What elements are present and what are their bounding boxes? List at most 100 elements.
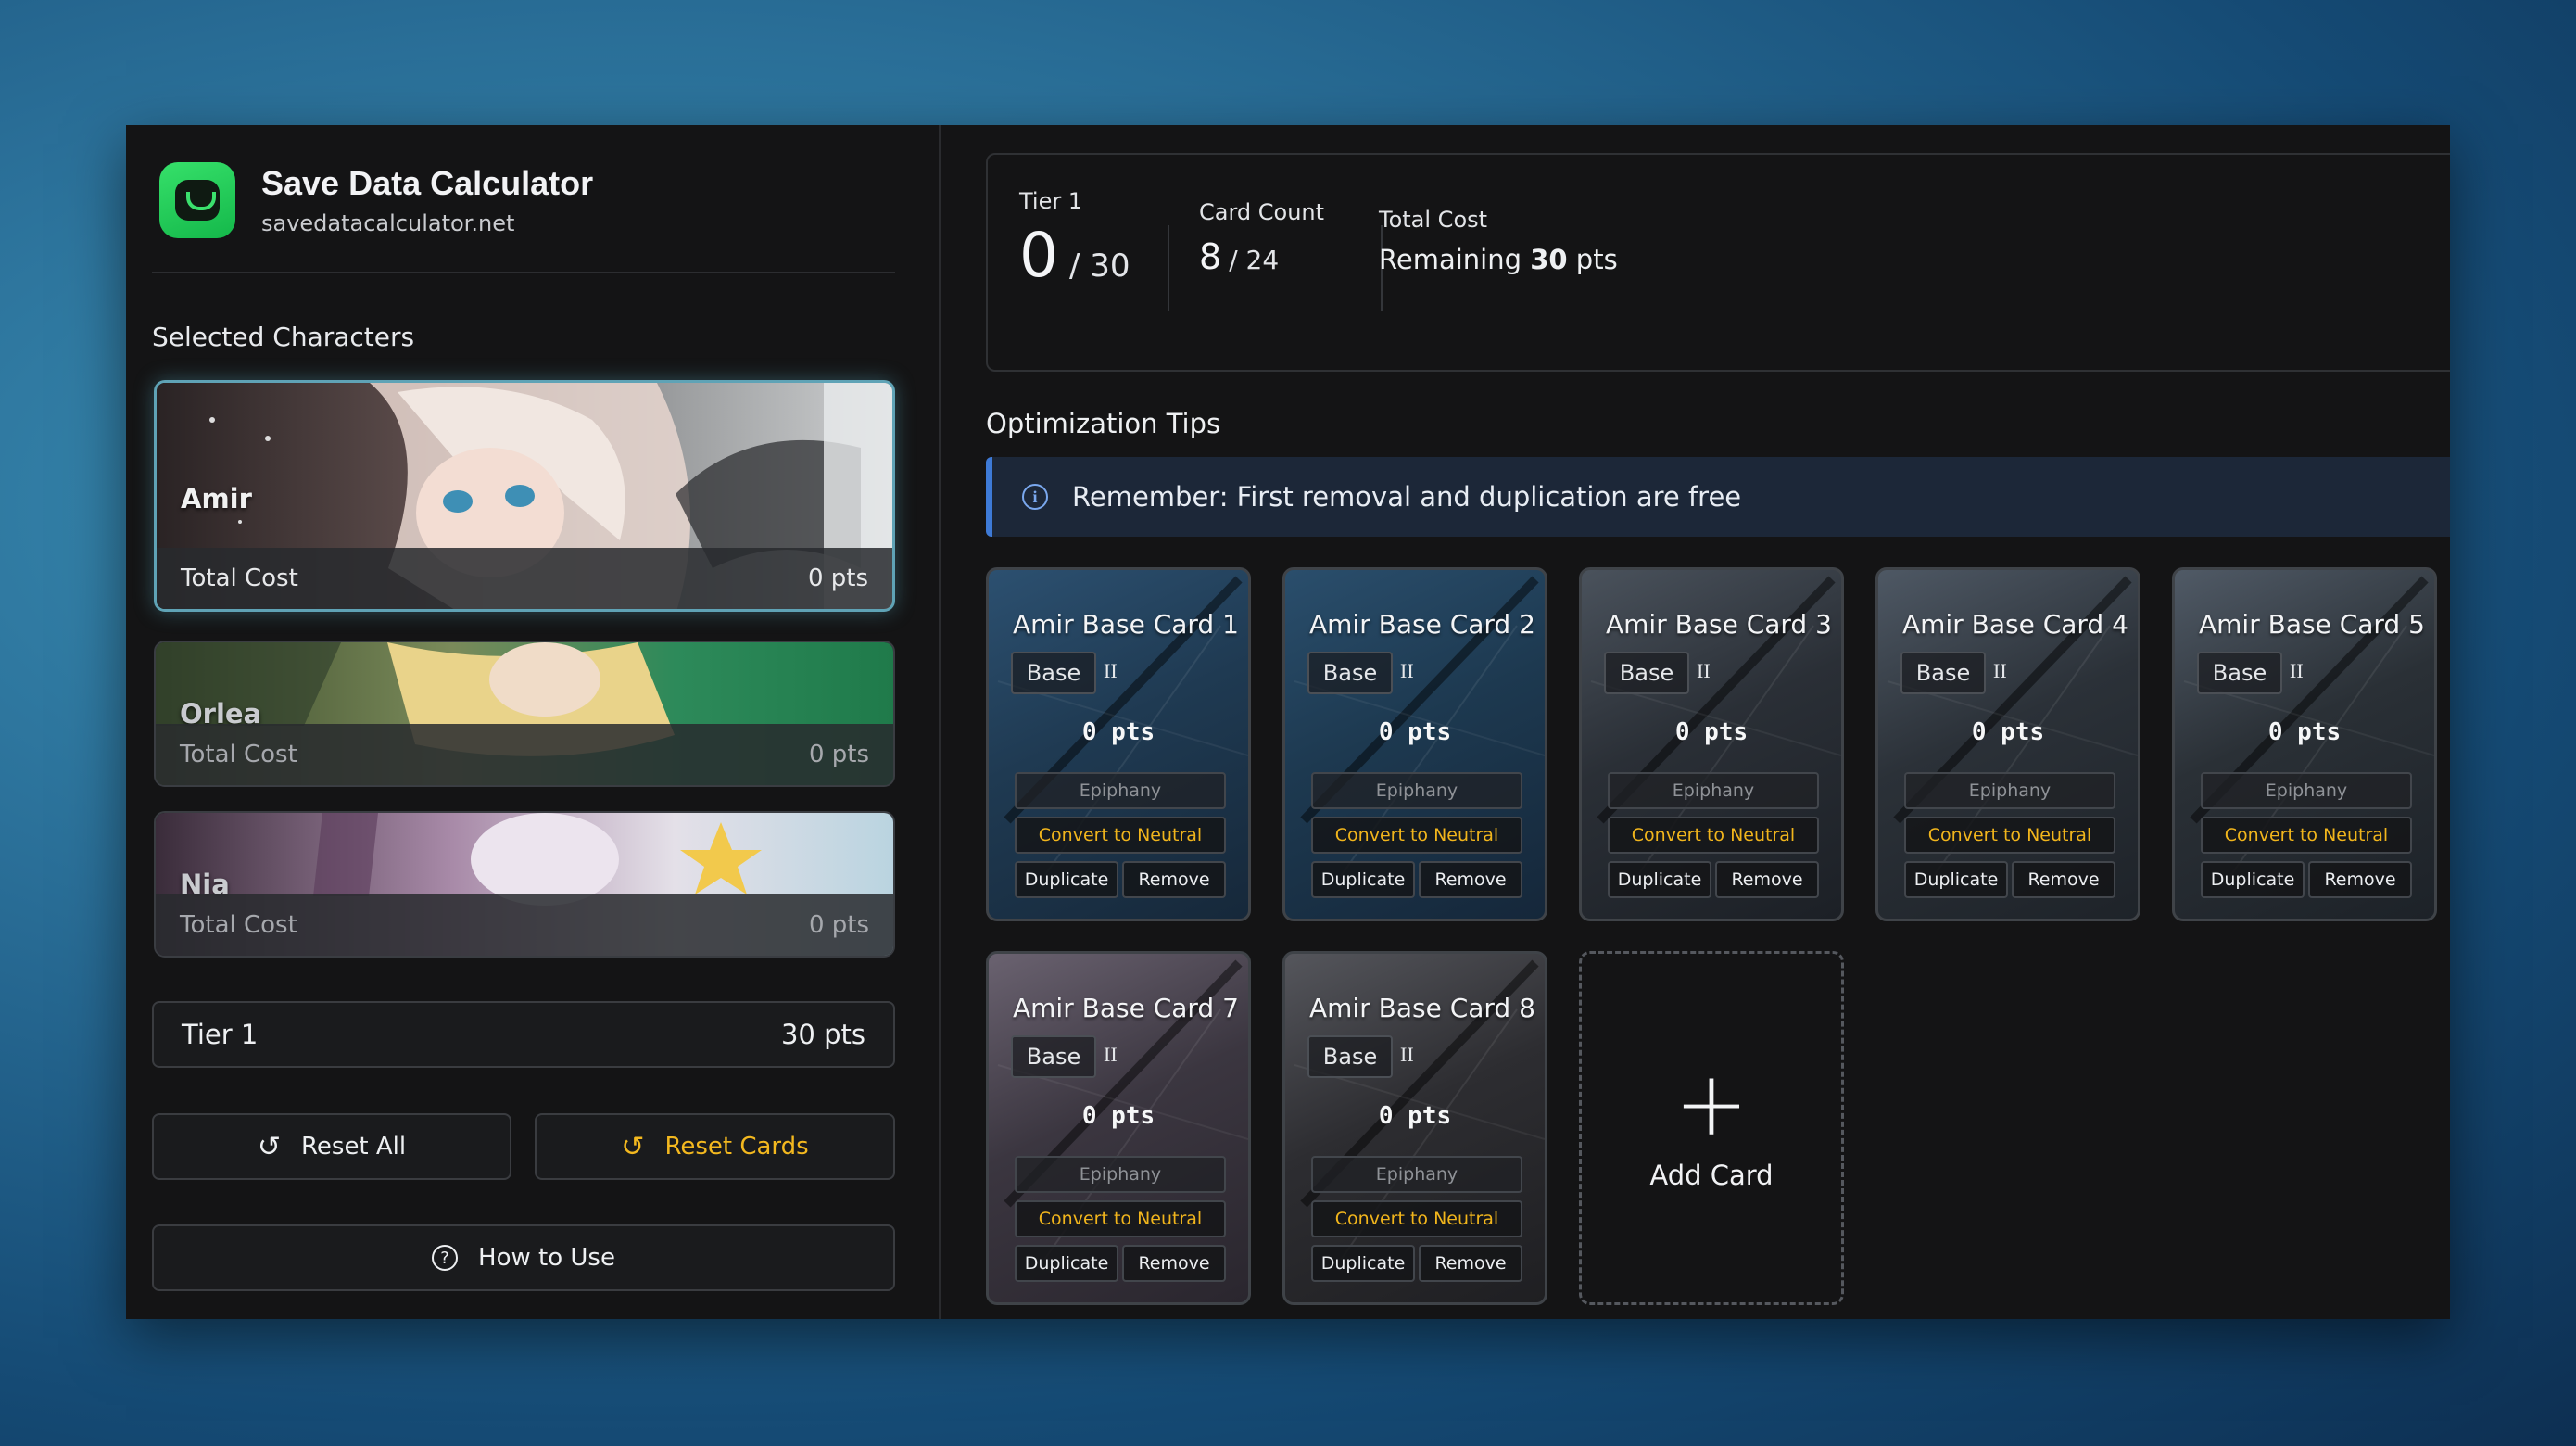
convert-to-neutral-button[interactable]: Convert to Neutral: [1015, 1200, 1226, 1237]
tier-points: 30 pts: [780, 1019, 865, 1050]
card-points: 0 pts: [1674, 718, 1749, 746]
card-title: Amir Base Card 4: [1902, 609, 2128, 640]
sidebar: Save Data Calculator savedatacalculator.…: [126, 125, 941, 1319]
character-card-amir[interactable]: Amir Total Cost 0 pts: [154, 380, 895, 612]
skill-card[interactable]: Amir Base Card 7 Base II 0 pts Epiphany …: [986, 951, 1251, 1305]
tier-label: Tier 1: [182, 1019, 259, 1050]
reset-cards-button[interactable]: ↺ Reset Cards: [535, 1113, 895, 1180]
reset-cards-label: Reset Cards: [664, 1133, 809, 1161]
character-cost-value: 0 pts: [808, 911, 869, 939]
add-card-label: Add Card: [1649, 1160, 1774, 1191]
card-type-tag: Base: [1307, 1035, 1393, 1078]
app-logo-icon: [159, 162, 235, 238]
duplicate-button[interactable]: Duplicate: [1015, 861, 1118, 898]
add-card-button[interactable]: + Add Card: [1579, 951, 1844, 1305]
optimization-tips-heading: Optimization Tips: [986, 408, 1221, 439]
card-rank: II: [1104, 659, 1118, 682]
convert-to-neutral-button[interactable]: Convert to Neutral: [1311, 817, 1522, 854]
character-card-nia[interactable]: Nia Total Cost 0 pts: [154, 811, 895, 958]
remove-button[interactable]: Remove: [2308, 861, 2412, 898]
epiphany-button[interactable]: Epiphany: [1311, 1156, 1522, 1193]
tier-stat-value: 0: [1019, 220, 1058, 291]
character-card-orlea[interactable]: Orlea Total Cost 0 pts: [154, 641, 895, 787]
skill-card[interactable]: Amir Base Card 2 Base II 0 pts Epiphany …: [1282, 567, 1547, 921]
selected-characters-heading: Selected Characters: [152, 322, 415, 352]
remaining-prefix: Remaining: [1379, 244, 1522, 275]
card-points: 0 pts: [1081, 1102, 1155, 1130]
how-to-use-button[interactable]: ? How to Use: [152, 1224, 895, 1291]
total-cost-label: Total Cost: [1379, 207, 1488, 233]
character-cost-row: Total Cost 0 pts: [157, 548, 892, 609]
card-rank: II: [1400, 659, 1414, 682]
skill-card[interactable]: Amir Base Card 1 Base II 0 pts Epiphany …: [986, 567, 1251, 921]
skill-card[interactable]: Amir Base Card 8 Base II 0 pts Epiphany …: [1282, 951, 1547, 1305]
duplicate-button[interactable]: Duplicate: [2201, 861, 2305, 898]
tier-selector[interactable]: Tier 1 30 pts: [152, 1001, 895, 1068]
card-type-tag: Base: [2197, 652, 2282, 694]
card-rank: II: [1104, 1043, 1118, 1066]
skill-card[interactable]: Amir Base Card 3 Base II 0 pts Epiphany …: [1579, 567, 1844, 921]
epiphany-button[interactable]: Epiphany: [1904, 772, 2115, 809]
tip-message: Remember: First removal and duplication …: [1072, 481, 1742, 513]
character-cost-row: Total Cost 0 pts: [156, 894, 893, 956]
remove-button[interactable]: Remove: [2012, 861, 2115, 898]
brand[interactable]: Save Data Calculator savedatacalculator.…: [159, 162, 593, 238]
remove-button[interactable]: Remove: [1715, 861, 1819, 898]
convert-to-neutral-button[interactable]: Convert to Neutral: [1608, 817, 1819, 854]
brand-url: savedatacalculator.net: [261, 210, 515, 236]
card-type-tag: Base: [1011, 1035, 1096, 1078]
card-rank: II: [2290, 659, 2304, 682]
convert-to-neutral-button[interactable]: Convert to Neutral: [2201, 817, 2412, 854]
character-cost-value: 0 pts: [807, 564, 868, 592]
card-title: Amir Base Card 3: [1606, 609, 1832, 640]
card-points: 0 pts: [1081, 718, 1155, 746]
convert-to-neutral-button[interactable]: Convert to Neutral: [1015, 817, 1226, 854]
tier-stat: Tier 1 0 / 30: [1019, 188, 1130, 291]
tier-stat-max: / 30: [1069, 247, 1130, 285]
character-cost-label: Total Cost: [181, 564, 298, 592]
card-title: Amir Base Card 5: [2199, 609, 2425, 640]
brand-title: Save Data Calculator: [261, 164, 594, 202]
stats-panel: Tier 1 0 / 30 Card Count 8/ 24 Total Cost…: [986, 153, 2450, 372]
character-cost-label: Total Cost: [180, 911, 297, 939]
how-to-use-label: How to Use: [478, 1244, 615, 1272]
epiphany-button[interactable]: Epiphany: [1015, 772, 1226, 809]
convert-to-neutral-button[interactable]: Convert to Neutral: [1904, 817, 2115, 854]
tip-banner: i Remember: First removal and duplicatio…: [986, 457, 2450, 537]
card-points: 0 pts: [1378, 718, 1452, 746]
epiphany-button[interactable]: Epiphany: [1311, 772, 1522, 809]
reset-icon: ↺: [621, 1130, 645, 1163]
character-cost-label: Total Cost: [180, 741, 297, 768]
duplicate-button[interactable]: Duplicate: [1015, 1245, 1118, 1282]
card-title: Amir Base Card 8: [1309, 993, 1535, 1023]
remove-button[interactable]: Remove: [1419, 861, 1522, 898]
skill-card[interactable]: Amir Base Card 4 Base II 0 pts Epiphany …: [1875, 567, 2140, 921]
card-title: Amir Base Card 1: [1013, 609, 1239, 640]
duplicate-button[interactable]: Duplicate: [1608, 861, 1711, 898]
card-type-tag: Base: [1900, 652, 1986, 694]
duplicate-button[interactable]: Duplicate: [1311, 1245, 1415, 1282]
card-rank: II: [1400, 1043, 1414, 1066]
character-name: Amir: [181, 483, 252, 514]
plus-icon: +: [1673, 1052, 1749, 1156]
stats-divider: [1168, 225, 1169, 311]
card-type-tag: Base: [1011, 652, 1096, 694]
card-points: 0 pts: [2267, 718, 2342, 746]
remove-button[interactable]: Remove: [1122, 1245, 1226, 1282]
app-window: Save Data Calculator savedatacalculator.…: [126, 125, 2450, 1319]
character-cost-row: Total Cost 0 pts: [156, 724, 893, 785]
card-count-max: / 24: [1229, 245, 1280, 275]
epiphany-button[interactable]: Epiphany: [1015, 1156, 1226, 1193]
remove-button[interactable]: Remove: [1122, 861, 1226, 898]
card-type-tag: Base: [1307, 652, 1393, 694]
epiphany-button[interactable]: Epiphany: [2201, 772, 2412, 809]
character-cost-value: 0 pts: [808, 741, 869, 768]
duplicate-button[interactable]: Duplicate: [1904, 861, 2008, 898]
convert-to-neutral-button[interactable]: Convert to Neutral: [1311, 1200, 1522, 1237]
reset-all-button[interactable]: ↺ Reset All: [152, 1113, 511, 1180]
sidebar-divider: [152, 272, 895, 273]
remove-button[interactable]: Remove: [1419, 1245, 1522, 1282]
epiphany-button[interactable]: Epiphany: [1608, 772, 1819, 809]
duplicate-button[interactable]: Duplicate: [1311, 861, 1415, 898]
skill-card[interactable]: Amir Base Card 5 Base II 0 pts Epiphany …: [2172, 567, 2437, 921]
